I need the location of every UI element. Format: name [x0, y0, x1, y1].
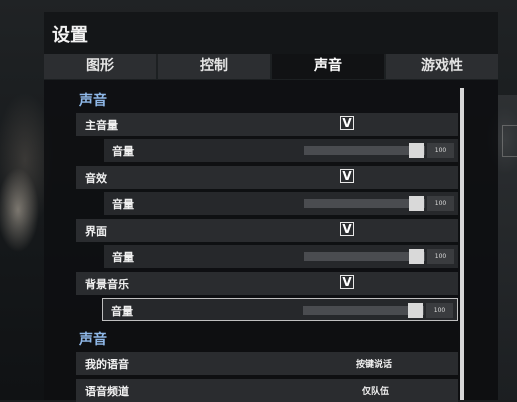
title-bar: 设置: [44, 12, 498, 54]
row-my-voice[interactable]: 我的语音 按键说话: [76, 352, 458, 375]
interface-checkbox[interactable]: V: [340, 222, 354, 236]
section-header-voice: 声音: [79, 332, 107, 348]
row-interface[interactable]: 界面 V: [76, 219, 458, 242]
tab-graphics[interactable]: 图形: [44, 54, 156, 79]
slider-handle[interactable]: [409, 143, 424, 158]
settings-content: 声音 主音量 V 音量 100 音效 V 音量 100 界面 V 音量 100 …: [44, 80, 498, 402]
row-background-music-slider: 音量 100: [102, 298, 458, 321]
window-title: 设置: [52, 25, 88, 46]
slider-handle[interactable]: [409, 196, 424, 211]
row-sound-effects-slider: 音量 100: [104, 192, 458, 215]
slider-label: 音量: [112, 251, 134, 264]
row-sound-effects[interactable]: 音效 V: [76, 166, 458, 189]
master-volume-checkbox[interactable]: V: [340, 116, 354, 130]
background-music-slider[interactable]: [303, 303, 424, 318]
slider-label: 音量: [112, 145, 134, 158]
row-interface-slider: 音量 100: [104, 245, 458, 268]
section-header-sound: 声音: [79, 93, 107, 109]
background-side-frame: [502, 125, 517, 157]
interface-value: 100: [427, 249, 454, 264]
row-label: 背景音乐: [85, 278, 129, 291]
row-label: 语音频道: [85, 385, 129, 398]
background-music-value: 100: [426, 303, 453, 318]
scrollbar[interactable]: [460, 88, 464, 400]
background-music-checkbox[interactable]: V: [340, 275, 354, 289]
interface-slider[interactable]: [304, 249, 425, 264]
my-voice-value[interactable]: 按键说话: [356, 357, 392, 370]
slider-handle[interactable]: [409, 249, 424, 264]
voice-channel-value[interactable]: 仅队伍: [362, 384, 389, 397]
tab-gameplay[interactable]: 游戏性: [386, 54, 498, 79]
sound-effects-value: 100: [427, 196, 454, 211]
row-label: 主音量: [85, 119, 118, 132]
settings-window: 设置 图形 控制 声音 游戏性 声音 主音量 V 音量 100 音效 V 音量: [44, 12, 498, 402]
master-volume-value: 100: [427, 143, 454, 158]
tab-sound[interactable]: 声音: [272, 54, 384, 79]
slider-label: 音量: [111, 305, 133, 318]
row-voice-channel[interactable]: 语音频道 仅队伍: [76, 379, 458, 402]
slider-label: 音量: [112, 198, 134, 211]
row-label: 我的语音: [85, 358, 129, 371]
row-master-volume[interactable]: 主音量 V: [76, 113, 458, 136]
row-label: 音效: [85, 172, 107, 185]
background-side-panel: [498, 95, 517, 400]
row-background-music[interactable]: 背景音乐 V: [76, 272, 458, 295]
tab-controls[interactable]: 控制: [158, 54, 270, 79]
sound-effects-slider[interactable]: [304, 196, 425, 211]
row-master-volume-slider: 音量 100: [104, 139, 458, 162]
master-volume-slider[interactable]: [304, 143, 425, 158]
tab-bar: 图形 控制 声音 游戏性: [44, 54, 498, 80]
slider-handle[interactable]: [408, 303, 423, 318]
row-label: 界面: [85, 225, 107, 238]
sound-effects-checkbox[interactable]: V: [340, 169, 354, 183]
